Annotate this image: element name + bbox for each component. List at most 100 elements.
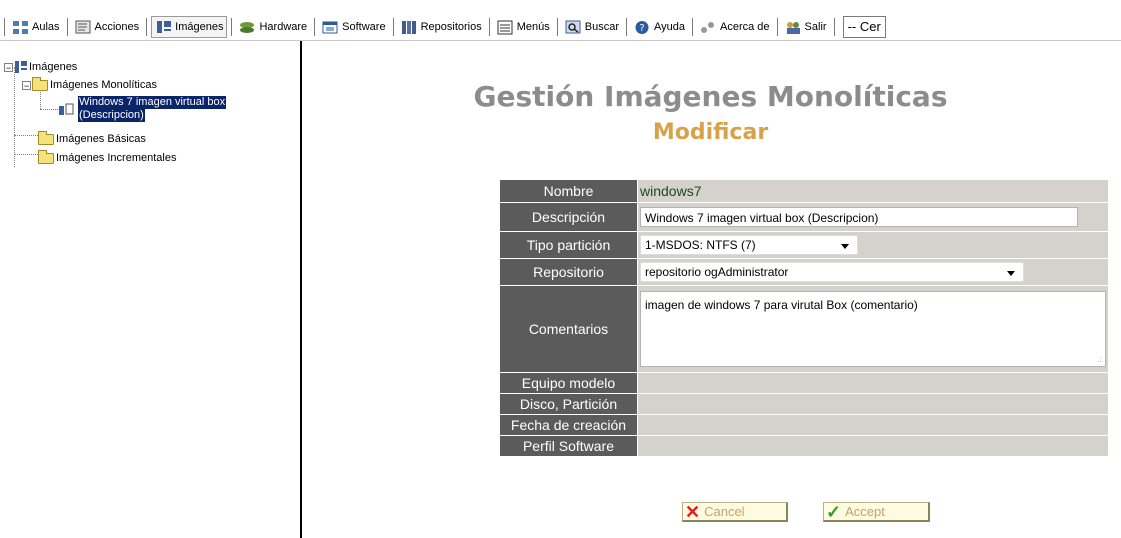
accept-button[interactable]: ✓ Accept — [823, 502, 930, 522]
toolbar-ayuda-button[interactable]: ? Ayuda — [631, 16, 688, 38]
form-row-descripcion: Descripción Windows 7 imagen virtual box… — [500, 203, 1108, 232]
toolbar-separator — [776, 18, 778, 36]
form-row-tipo: Tipo partición 1-MSDOS: NTFS (7) — [500, 232, 1108, 259]
toolbar-menus-button[interactable]: Menús — [494, 16, 553, 38]
toolbar-buscar-label: Buscar — [584, 21, 620, 33]
images-icon — [14, 60, 28, 74]
fecha-creacion-label: Fecha de creación — [500, 415, 638, 435]
tipo-particion-select[interactable]: 1-MSDOS: NTFS (7) — [640, 235, 858, 255]
tree-item-monoliticas[interactable]: − Imágenes Monolíticas — [22, 76, 157, 93]
comentarios-value: imagen de windows 7 para virutal Box (co… — [645, 298, 918, 312]
tree-connector — [14, 154, 38, 155]
perfil-software-value — [638, 436, 1108, 456]
repositorio-label: Repositorio — [500, 259, 638, 285]
form-row-nombre: Nombre windows7 — [500, 180, 1108, 203]
cancel-button[interactable]: ✕ Cancel — [682, 502, 788, 522]
toolbar-separator — [488, 18, 490, 36]
toolbar-imagenes-label: Imágenes — [175, 21, 224, 33]
tipo-particion-value: 1-MSDOS: NTFS (7) — [645, 238, 756, 252]
toolbar-separator — [833, 18, 835, 36]
page-subtitle: Modificar — [652, 120, 769, 145]
tree-item-selected-image[interactable]: Windows 7 imagen virtual box (Descripcio… — [58, 96, 227, 126]
toolbar-separator — [66, 18, 68, 36]
tree-root-label: Imágenes — [29, 61, 78, 73]
tree-item-incrementales[interactable]: Imágenes Incrementales — [38, 149, 177, 166]
tree-connector — [14, 67, 15, 167]
accept-button-label: Accept — [845, 504, 885, 519]
tipo-particion-label: Tipo partición — [500, 232, 638, 258]
toolbar-separator — [392, 18, 394, 36]
comentarios-value-cell: imagen de windows 7 para virutal Box (co… — [638, 286, 1108, 372]
form-row-comentarios: Comentarios imagen de windows 7 para vir… — [500, 286, 1108, 373]
toolbar-buscar-button[interactable]: Buscar — [562, 16, 622, 38]
toolbar-software-button[interactable]: Software — [319, 16, 388, 38]
tree-item-root[interactable]: − Imágenes — [4, 59, 77, 75]
tree-monoliticas-label: Imágenes Monolíticas — [50, 79, 157, 91]
form-row-perfil: Perfil Software — [500, 436, 1108, 457]
repositorio-value-cell: repositorio ogAdministrator — [638, 259, 1108, 285]
toolbar-repositorios-label: Repositorios — [420, 21, 482, 33]
folder-icon — [38, 130, 54, 145]
main-toolbar: Aulas Acciones Imágenes Hardware Softwar… — [0, 0, 1121, 41]
repositorio-value: repositorio ogAdministrator — [645, 265, 789, 279]
tree-incrementales-label: Imágenes Incrementales — [56, 152, 177, 164]
tree-selected-label-line2: (Descripcion) — [78, 109, 145, 122]
collapse-icon[interactable]: − — [4, 62, 13, 72]
folder-icon — [38, 149, 54, 164]
equipo-modelo-label: Equipo modelo — [500, 373, 638, 393]
chevron-down-icon — [1007, 271, 1015, 276]
toolbar-aulas-button[interactable]: Aulas — [9, 16, 63, 38]
comentarios-label: Comentarios — [500, 286, 638, 372]
toolbar-salir-button[interactable]: Salir — [782, 16, 830, 38]
toolbar-acerca-button[interactable]: Acerca de — [697, 16, 773, 38]
descripcion-input[interactable]: Windows 7 imagen virtual box (Descripcio… — [640, 207, 1078, 227]
tree-connector — [14, 135, 38, 136]
toolbar-acerca-label: Acerca de — [720, 21, 770, 33]
resize-grip-icon[interactable]: .: — [1098, 355, 1102, 364]
toolbar-hardware-label: Hardware — [259, 21, 308, 33]
tree-basicas-label: Imágenes Básicas — [56, 133, 146, 145]
toolbar-separator — [146, 18, 148, 36]
toolbar-separator — [626, 18, 628, 36]
repositorio-select[interactable]: repositorio ogAdministrator — [640, 262, 1024, 282]
help-icon: ? — [634, 20, 651, 35]
toolbar-salir-label: Salir — [804, 21, 827, 33]
tree-item-basicas[interactable]: Imágenes Básicas — [38, 130, 146, 147]
toolbar-acciones-button[interactable]: Acciones — [72, 16, 143, 38]
classroom-icon — [12, 20, 29, 35]
software-icon — [322, 20, 339, 35]
form-row-disco: Disco, Partición — [500, 394, 1108, 415]
folder-icon — [32, 76, 48, 91]
close-icon: ✕ — [685, 501, 701, 522]
toolbar-repositorios-button[interactable]: Repositorios — [398, 16, 485, 38]
toolbar-aulas-label: Aulas — [32, 21, 60, 33]
images-icon — [155, 20, 172, 35]
selected-label-block: Windows 7 imagen virtual box (Descripcio… — [78, 96, 227, 122]
image-edit-form: Nombre windows7 Descripción Windows 7 im… — [500, 180, 1108, 457]
perfil-software-label: Perfil Software — [500, 436, 638, 456]
comentarios-textarea[interactable]: imagen de windows 7 para virutal Box (co… — [640, 291, 1106, 367]
nombre-value-cell: windows7 — [638, 180, 1108, 202]
equipo-modelo-value — [638, 373, 1108, 393]
chevron-down-icon — [841, 244, 849, 249]
page-title: Gestión Imágenes Monolíticas — [473, 80, 948, 113]
descripcion-value-cell: Windows 7 imagen virtual box (Descripcio… — [638, 203, 1108, 231]
toolbar-acciones-label: Acciones — [94, 21, 140, 33]
toolbar-ayuda-label: Ayuda — [654, 21, 686, 33]
toolbar-separator — [231, 18, 233, 36]
toolbar-imagenes-button[interactable]: Imágenes — [151, 16, 228, 38]
toolbar-separator — [556, 18, 558, 36]
tree-connector — [40, 109, 58, 110]
collapse-icon[interactable]: − — [22, 80, 31, 90]
toolbar-select[interactable]: -- Cer — [842, 16, 886, 38]
menu-icon — [497, 20, 514, 35]
tree-selected-label-line1: Windows 7 imagen virtual box — [78, 96, 227, 109]
search-icon — [565, 20, 582, 35]
about-icon — [700, 20, 717, 35]
tipo-value-cell: 1-MSDOS: NTFS (7) — [638, 232, 1108, 258]
svg-text:?: ? — [639, 23, 644, 34]
toolbar-separator — [692, 18, 694, 36]
form-row-repositorio: Repositorio repositorio ogAdministrator — [500, 259, 1108, 286]
disco-particion-label: Disco, Partición — [500, 394, 638, 414]
toolbar-hardware-button[interactable]: Hardware — [236, 16, 310, 38]
